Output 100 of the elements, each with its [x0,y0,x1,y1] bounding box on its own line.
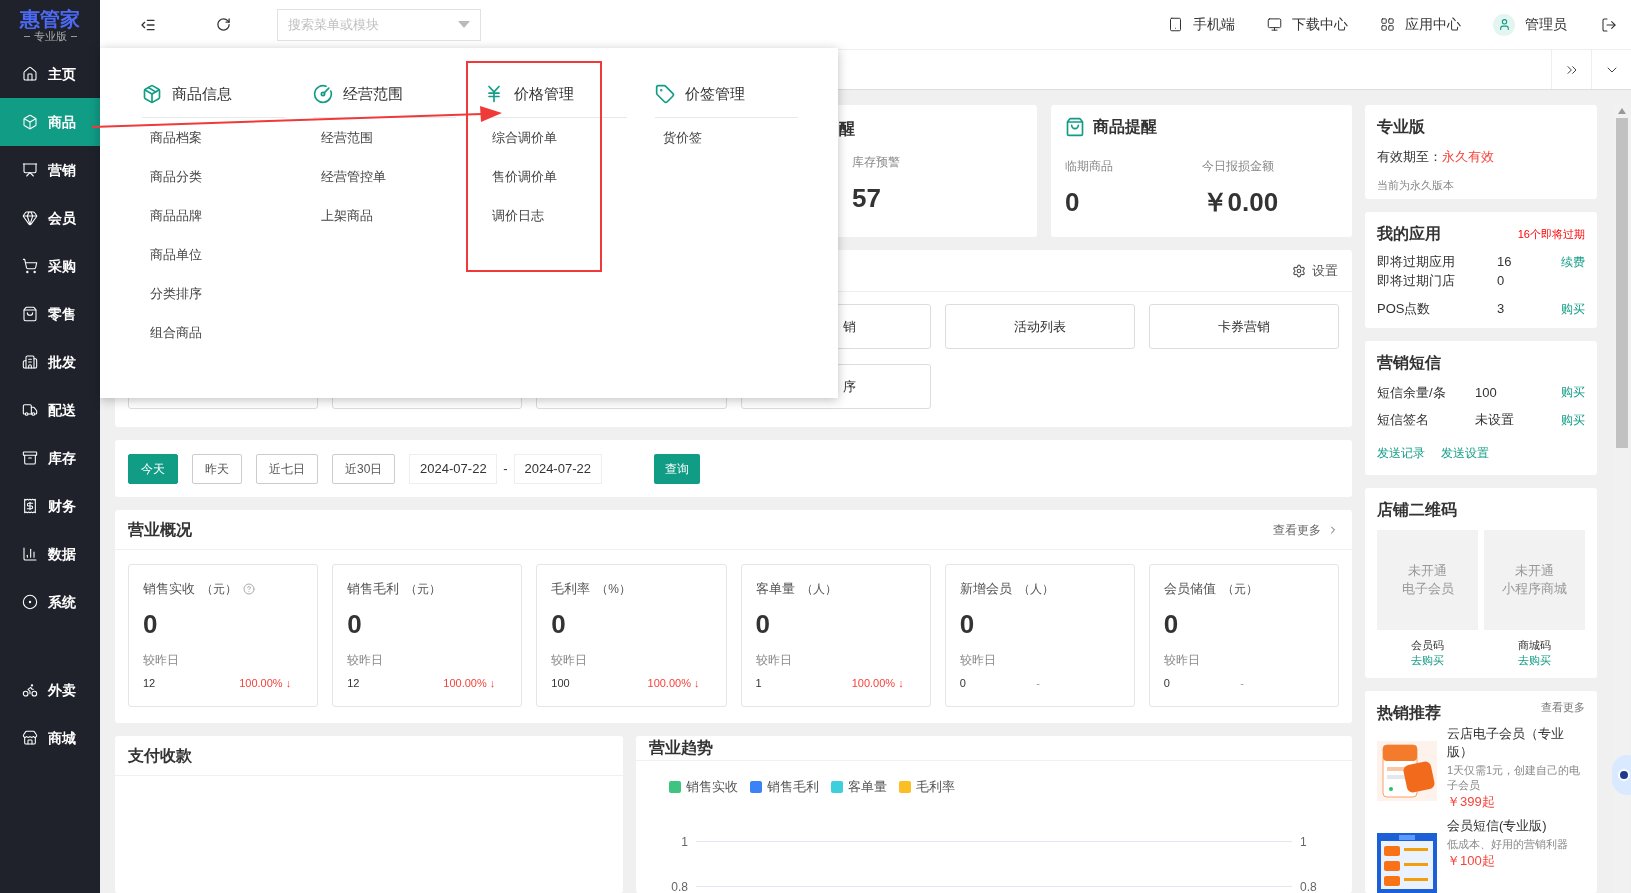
sidebar-item[interactable]: 库存 [0,434,100,482]
action-link[interactable]: 购买 [1561,410,1585,429]
qr-name: 电子会员 [1401,579,1454,598]
menu-item[interactable]: 商品单位 [142,235,202,274]
sidebar-item[interactable]: 主页 [0,50,100,98]
change-value: 100.00% ↓ [851,675,904,691]
metric-value: 0 [1065,186,1081,219]
row-label: 短信余量/条 [1377,383,1447,402]
settings-link[interactable]: 设置 [1312,260,1338,281]
scrollbar-thumb[interactable] [1616,118,1628,448]
legend-item[interactable]: 客单量 [831,777,887,797]
action-link[interactable]: 购买 [1561,383,1585,402]
sidebar-item[interactable]: 数据 [0,530,100,578]
help-icon[interactable] [243,582,255,595]
logout-icon[interactable] [1601,16,1617,33]
card-title: 专业版 [1377,117,1426,137]
sidebar-item[interactable]: 系统 [0,578,100,626]
product-description: 低成本、好用的营销利器 [1447,837,1569,852]
sidebar-item[interactable]: 配送 [0,386,100,434]
menu-item[interactable]: 货价签 [655,118,702,157]
product-name: 会员短信(专业版) [1447,817,1548,835]
product-item[interactable]: 会员短信(专业版) 低成本、好用的营销利器 ￥100起 [1377,817,1585,893]
settings-icon[interactable] [1292,263,1306,278]
menu-group-title: 商品信息 [172,84,232,104]
avatar[interactable] [1493,13,1515,36]
more-link[interactable]: 查看更多 [1273,520,1339,539]
menu-item[interactable]: 商品档案 [142,118,202,157]
row-label: 短信签名 [1377,411,1430,430]
stat-value: 0 [347,607,363,641]
stat-label: 会员储值 [1163,580,1216,598]
stat-label: 新增会员 [959,580,1012,598]
sidebar-item[interactable]: 营销 [0,146,100,194]
menu-item[interactable]: 组合商品 [142,313,202,352]
gem-icon [22,210,38,226]
compare-label: 较昨日 [143,651,180,669]
product-price: ￥399起 [1447,793,1496,811]
sms-link[interactable]: 发送记录 [1377,443,1425,462]
presentation-icon [22,162,38,178]
menu-item[interactable]: 分类排序 [142,274,202,313]
scroll-up-icon[interactable] [1618,108,1626,114]
buy-link[interactable]: 去购买 [1518,652,1551,668]
product-name: 云店电子会员（专业版） [1447,725,1565,761]
menu-item[interactable]: 商品品牌 [142,196,202,235]
compare-label: 较昨日 [755,651,793,669]
metric-value: ￥0.00 [1201,186,1280,219]
shortcut-button[interactable]: 活动列表 [944,304,1135,349]
action-link[interactable]: 购买 [1561,299,1585,318]
menu-item[interactable]: 商品分类 [142,157,202,196]
row-value: 未设置 [1475,411,1515,430]
grid-icon [1380,17,1395,32]
sms-link[interactable]: 发送设置 [1441,443,1489,462]
product-item[interactable]: 云店电子会员（专业版） 1天仅需1元，创建自己的电子会员 ￥399起 [1377,725,1585,811]
y-tick-label: 1 [1300,833,1308,851]
shortcut-button[interactable]: 卡券营销 [1148,304,1339,349]
date-field[interactable]: 2024-07-22 [409,453,498,484]
sidebar-item[interactable]: 零售 [0,290,100,338]
refresh-icon[interactable] [216,17,231,32]
sidebar-item[interactable]: 财务 [0,482,100,530]
legend-item[interactable]: 毛利率 [899,777,955,797]
range-button[interactable]: 近七日 [256,453,318,484]
row-value: 3 [1497,299,1506,318]
sidebar-item[interactable]: 批发 [0,338,100,386]
menu-item[interactable]: 售价调价单 [484,157,557,196]
bar-chart-icon [22,546,38,562]
range-button[interactable]: 近30日 [332,453,396,484]
range-button[interactable]: 昨天 [192,453,242,484]
receipt-icon [22,498,38,514]
compare-label: 较昨日 [1163,651,1201,669]
qr-label: 会员码 [1411,637,1444,653]
expiry-label: 有效期至： [1377,148,1442,166]
date-field[interactable]: 2024-07-22 [513,453,602,484]
header-link[interactable]: 手机端 [1168,14,1235,35]
sidebar-item[interactable]: 外卖 [0,666,100,714]
menu-item[interactable]: 上架商品 [313,196,373,235]
buy-link[interactable]: 去购买 [1411,652,1444,668]
tag-icon [655,84,675,104]
user-name[interactable]: 管理员 [1525,14,1567,35]
more-link[interactable]: 查看更多 [1541,699,1585,716]
header-link[interactable]: 下载中心 [1267,14,1348,35]
section-title: 营业概况 [128,519,192,540]
menu-item[interactable]: 综合调价单 [484,118,557,157]
sidebar-item[interactable]: 会员 [0,194,100,242]
stat-value: 0 [1163,607,1180,641]
logo: 惠管家 [20,7,80,30]
menu-item[interactable]: 经营范围 [313,118,373,157]
row-label: POS点数 [1377,299,1432,318]
stat-value: 0 [959,607,976,641]
menu-item[interactable]: 调价日志 [484,196,544,235]
previous-value: 12 [347,675,360,691]
legend-item[interactable]: 销售实收 [669,777,738,797]
menu-item[interactable]: 经营管控单 [313,157,386,196]
previous-value: 0 [959,675,966,691]
action-link[interactable]: 续费 [1561,252,1585,271]
sidebar-item[interactable]: 采购 [0,242,100,290]
sidebar-item[interactable]: 商城 [0,714,100,762]
change-value: - [1036,675,1040,691]
caret-icon [458,21,470,28]
header-link[interactable]: 应用中心 [1380,14,1461,35]
bag-icon [1065,117,1085,137]
legend-item[interactable]: 销售毛利 [750,777,819,797]
